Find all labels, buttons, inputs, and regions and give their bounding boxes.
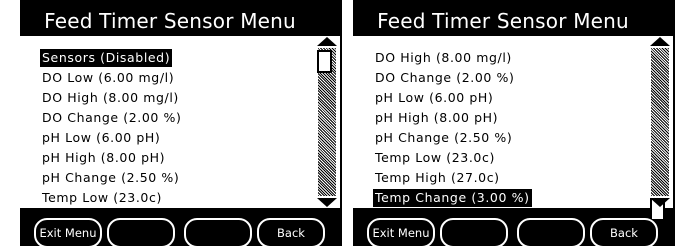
- menu-item-ph-change[interactable]: pH Change (2.50 %): [42, 169, 184, 189]
- menu-item-ph-low[interactable]: pH Low (6.00 pH): [375, 89, 532, 109]
- exit-menu-button[interactable]: Exit Menu: [367, 218, 435, 248]
- menu-item-label: Sensors (Disabled): [40, 49, 173, 67]
- softkey-2-button[interactable]: [440, 218, 508, 248]
- menu-item-ph-low[interactable]: pH Low (6.00 pH): [42, 129, 184, 149]
- scrollbar[interactable]: [649, 36, 673, 221]
- menu-item-ph-high[interactable]: pH High (8.00 pH): [42, 149, 184, 169]
- menu-item-temp-low[interactable]: Temp Low (23.0c): [42, 189, 184, 209]
- scroll-thumb[interactable]: [317, 50, 332, 73]
- menu-item-label: DO High (8.00 mg/l): [42, 90, 179, 105]
- scroll-down-arrow-icon[interactable]: [317, 198, 337, 207]
- softkey-bar: Exit Menu Back: [20, 208, 342, 248]
- menu-item-label: pH Change (2.50 %): [42, 170, 180, 185]
- softkey-3-button[interactable]: [184, 218, 252, 248]
- scrollbar[interactable]: [316, 36, 340, 208]
- menu-item-label: pH High (8.00 pH): [375, 110, 499, 125]
- device-screen-left: Feed Timer Sensor Menu Sensors (Disabled…: [20, 0, 342, 248]
- menu-item-label: pH High (8.00 pH): [42, 150, 166, 165]
- menu-item-temp-low[interactable]: Temp Low (23.0c): [375, 149, 532, 169]
- back-button[interactable]: Back: [590, 218, 658, 248]
- menu-item-do-high[interactable]: DO High (8.00 mg/l): [375, 49, 532, 69]
- softkey-3-button[interactable]: [517, 218, 585, 248]
- menu-item-ph-change[interactable]: pH Change (2.50 %): [375, 129, 532, 149]
- menu-item-do-low[interactable]: DO Low (6.00 mg/l): [42, 69, 184, 89]
- menu-item-label: pH Low (6.00 pH): [42, 130, 161, 145]
- menu-item-label: Temp Low (23.0c): [375, 150, 495, 165]
- menu-item-sensors[interactable]: Sensors (Disabled): [40, 49, 184, 69]
- menu-item-label: DO Low (6.00 mg/l): [42, 70, 175, 85]
- scroll-up-arrow-icon[interactable]: [317, 37, 337, 46]
- menu-item-do-high[interactable]: DO High (8.00 mg/l): [42, 89, 184, 109]
- menu-item-label: DO Change (2.00 %): [42, 110, 182, 125]
- menu-item-label: pH Change (2.50 %): [375, 130, 513, 145]
- menu-list: DO High (8.00 mg/l) DO Change (2.00 %) p…: [373, 49, 532, 209]
- menu-panel: DO High (8.00 mg/l) DO Change (2.00 %) p…: [353, 36, 649, 208]
- menu-item-label: DO Change (2.00 %): [375, 70, 515, 85]
- back-button[interactable]: Back: [257, 218, 325, 248]
- menu-item-ph-high[interactable]: pH High (8.00 pH): [375, 109, 532, 129]
- menu-list: Sensors (Disabled) DO Low (6.00 mg/l) DO…: [40, 49, 184, 209]
- scroll-up-arrow-icon[interactable]: [650, 37, 670, 46]
- menu-item-label: Temp High (27.0c): [375, 170, 500, 185]
- screen-title: Feed Timer Sensor Menu: [44, 9, 296, 33]
- menu-item-label: pH Low (6.00 pH): [375, 90, 494, 105]
- menu-item-do-change[interactable]: DO Change (2.00 %): [42, 109, 184, 129]
- scroll-down-arrow-icon[interactable]: [650, 198, 670, 207]
- scroll-track[interactable]: [651, 48, 669, 196]
- menu-panel: Sensors (Disabled) DO Low (6.00 mg/l) DO…: [20, 36, 316, 208]
- menu-item-label: Temp Change (3.00 %): [373, 189, 532, 207]
- menu-item-temp-change[interactable]: Temp Change (3.00 %): [373, 189, 532, 209]
- device-screen-right: Feed Timer Sensor Menu DO High (8.00 mg/…: [353, 0, 675, 248]
- exit-menu-button[interactable]: Exit Menu: [34, 218, 102, 248]
- screen-title: Feed Timer Sensor Menu: [377, 9, 629, 33]
- softkey-2-button[interactable]: [107, 218, 175, 248]
- menu-item-temp-high[interactable]: Temp High (27.0c): [375, 169, 532, 189]
- menu-item-label: Temp Low (23.0c): [42, 190, 162, 205]
- menu-item-label: DO High (8.00 mg/l): [375, 50, 512, 65]
- menu-item-do-change[interactable]: DO Change (2.00 %): [375, 69, 532, 89]
- softkey-bar: Exit Menu Back: [353, 208, 675, 248]
